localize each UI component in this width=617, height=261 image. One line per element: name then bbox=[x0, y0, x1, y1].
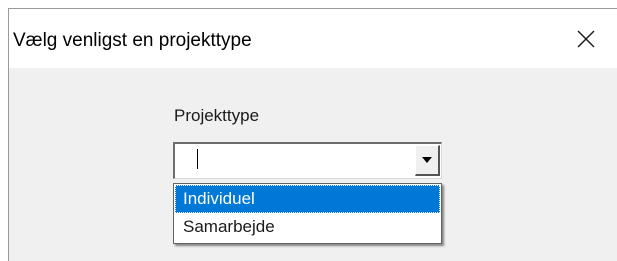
option-samarbejde[interactable]: Samarbejde bbox=[175, 213, 440, 241]
chevron-down-icon bbox=[422, 157, 432, 163]
project-type-input[interactable] bbox=[175, 144, 417, 178]
screen: Vælg venligst en projekttype Projekttype bbox=[0, 0, 617, 261]
close-button[interactable] bbox=[565, 19, 609, 59]
title-bar[interactable]: Vælg venligst en projekttype bbox=[9, 9, 617, 68]
project-type-combobox[interactable] bbox=[173, 142, 442, 179]
window-title: Vælg venligst en projekttype bbox=[13, 30, 252, 51]
close-icon bbox=[577, 30, 595, 48]
dialog-window: Vælg venligst en projekttype Projekttype bbox=[8, 8, 617, 261]
project-type-label: Projekttype bbox=[174, 106, 260, 125]
dropdown-button[interactable] bbox=[415, 145, 440, 176]
dropdown-list: Individuel Samarbejde bbox=[173, 183, 442, 244]
dialog-body: Projekttype Individuel Samarbejde bbox=[9, 68, 617, 261]
text-caret bbox=[197, 149, 198, 169]
option-individuel[interactable]: Individuel bbox=[175, 185, 440, 213]
